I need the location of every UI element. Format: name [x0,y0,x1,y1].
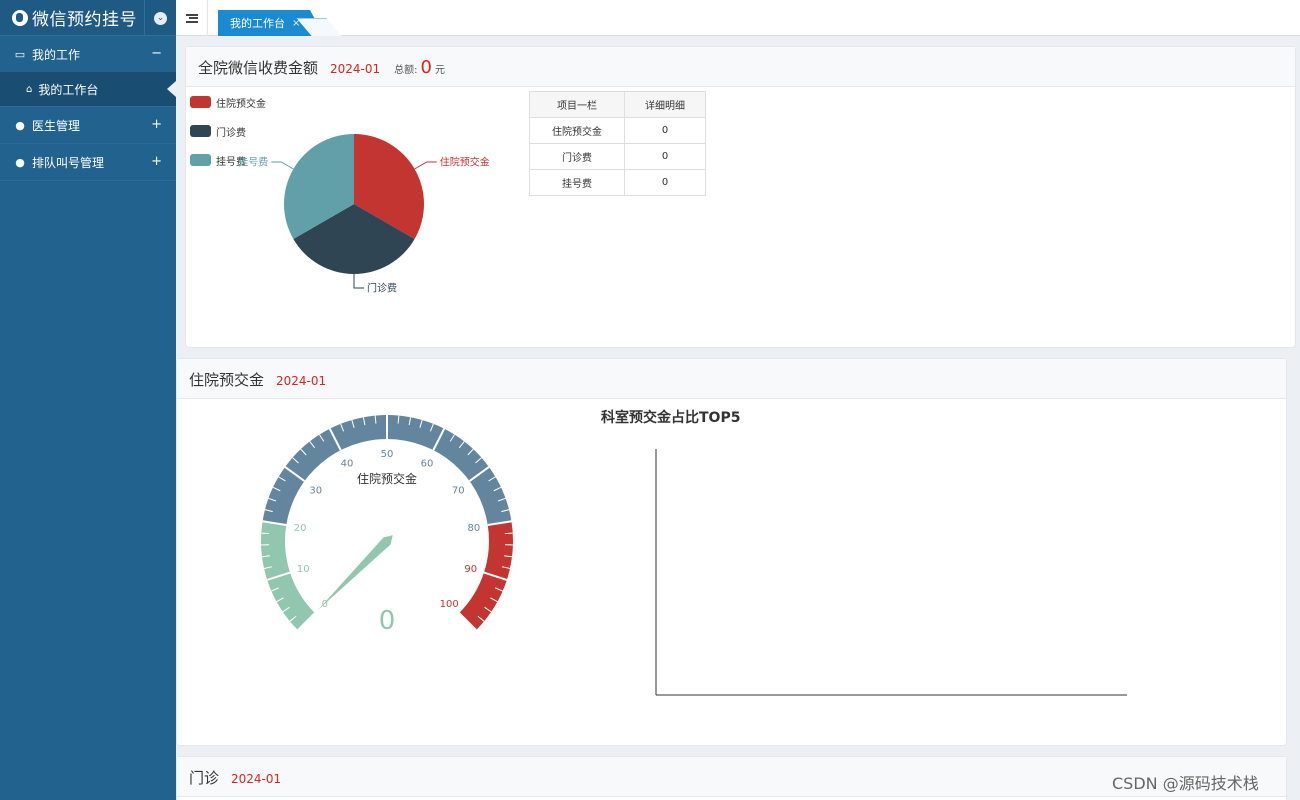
table-cell: 住院预交金 [529,117,625,144]
sidebar: 微信预约挂号 ⌄ ▭ 我的工作 − ⌂ 我的工作台 ● 医生管理 + ● 排队叫… [0,0,176,800]
table-header: 项目一栏 [529,91,625,118]
gauge-value: 0 [379,606,396,636]
pie-label: 挂号费 [238,156,268,169]
menu-subitem-label: 我的工作台 [38,82,99,97]
gauge-tick-label: 60 [421,459,434,470]
gauge-tick-label: 30 [309,485,322,496]
pie-label-line [271,161,294,170]
chevron-down-icon: ⌄ [154,11,167,25]
menu-group-my-work: ▭ 我的工作 − ⌂ 我的工作台 [0,36,176,107]
pie-chart: 住院预交金门诊费 挂号费 [238,134,490,295]
menu-item-label: 我的工作 [32,47,81,62]
user-icon: ● [15,118,25,132]
gauge-tick-label: 40 [341,459,354,470]
table-header-row: 项目一栏 详细明细 [529,91,706,118]
menu-item-my-work[interactable]: ▭ 我的工作 − [0,36,176,72]
menu-item-label: 医生管理 [32,118,81,133]
user-icon: ● [15,155,25,169]
table-row: 挂号费 0 [529,169,706,196]
gauge-pointer [317,535,393,611]
gauge-minor-tick [261,532,270,535]
pie-label-line [414,161,437,170]
panel-wechat-fees: 全院微信收费金额 2024-01 总额: 0 元 住院预交金 门诊费 挂号费 住… [185,46,1296,348]
panel-title: 全院微信收费金额 [198,59,319,77]
expand-icon: + [151,117,162,132]
collapse-icon: − [151,46,162,61]
panel-inpatient-deposit: 住院预交金 2024-01 0 10 20 30 40 50 60 70 80 90 100 住院预交… [176,358,1287,746]
gauge-title: 住院预交金 [357,471,417,486]
pie-label: 住院预交金 [440,156,490,169]
tab-label: 我的工作台 [230,17,285,30]
pie-label-line [353,274,364,289]
bar-chart-title: 科室预交金占比TOP5 [601,410,741,426]
gauge-tick-label: 70 [452,485,465,496]
globe-icon [12,9,28,26]
gauge-band [459,521,514,631]
hamburger-icon [185,13,198,23]
fee-table: 项目一栏 详细明细 住院预交金 0 门诊费 0 挂号费 0 [529,91,706,196]
gauge-band [260,521,315,631]
table-header: 详细明细 [624,91,706,118]
table-cell: 0 [624,143,706,170]
table-cell: 0 [624,117,706,144]
panel-header: 全院微信收费金额 2024-01 总额: 0 元 [186,47,1295,87]
table-cell: 0 [624,169,706,196]
gauge-tick-label: 90 [464,564,477,575]
table-cell: 挂号费 [529,169,625,196]
menu-item-label: 排队叫号管理 [32,155,105,170]
menu-subitem-workbench[interactable]: ⌂ 我的工作台 [0,72,176,106]
panel-date: 2024-01 [276,374,327,388]
gauge-tick-label: 20 [294,523,307,534]
panel-title: 住院预交金 [189,371,265,389]
watermark: CSDN @源码技术栈 [1112,774,1259,793]
pie-label: 门诊费 [367,282,397,295]
panel-date: 2024-01 [231,772,282,786]
table-cell: 门诊费 [529,143,625,170]
bar-chart [655,449,1127,696]
menu-group-queue: ● 排队叫号管理 + [0,144,176,181]
gauge-chart: 0102030405060708090100住院预交金0 [260,414,514,636]
panel-date: 2024-01 [330,62,381,76]
total-value: 0 [420,57,432,78]
gauge-tick-label: 100 [440,599,459,610]
table-row: 住院预交金 0 [529,117,706,144]
expand-icon: + [151,154,162,169]
gauge-tick-label: 10 [297,564,310,575]
gauge-tick-label: 80 [468,523,481,534]
menu-toggle-button[interactable] [176,0,208,36]
laptop-icon: ▭ [14,47,26,61]
topbar: 我的工作台 × [176,0,1300,36]
table-row: 门诊费 0 [529,143,706,170]
panel-title: 门诊 [189,769,220,787]
total-unit: 元 [434,65,445,76]
brand: 微信预约挂号 ⌄ [0,0,176,36]
panel-header: 住院预交金 2024-01 [177,359,1286,399]
home-icon: ⌂ [26,83,33,95]
tab-workbench[interactable]: 我的工作台 × [218,10,325,36]
gauge-tick-label: 50 [381,449,394,460]
menu-item-doctor-management[interactable]: ● 医生管理 + [0,107,176,143]
sidebar-toggle-button[interactable]: ⌄ [144,0,176,36]
menu-item-queue-management[interactable]: ● 排队叫号管理 + [0,144,176,180]
total-label: 总额: [394,65,418,76]
menu-group-doctor: ● 医生管理 + [0,107,176,144]
gauge-minor-tick [504,532,513,535]
app-title: 微信预约挂号 [32,10,137,30]
